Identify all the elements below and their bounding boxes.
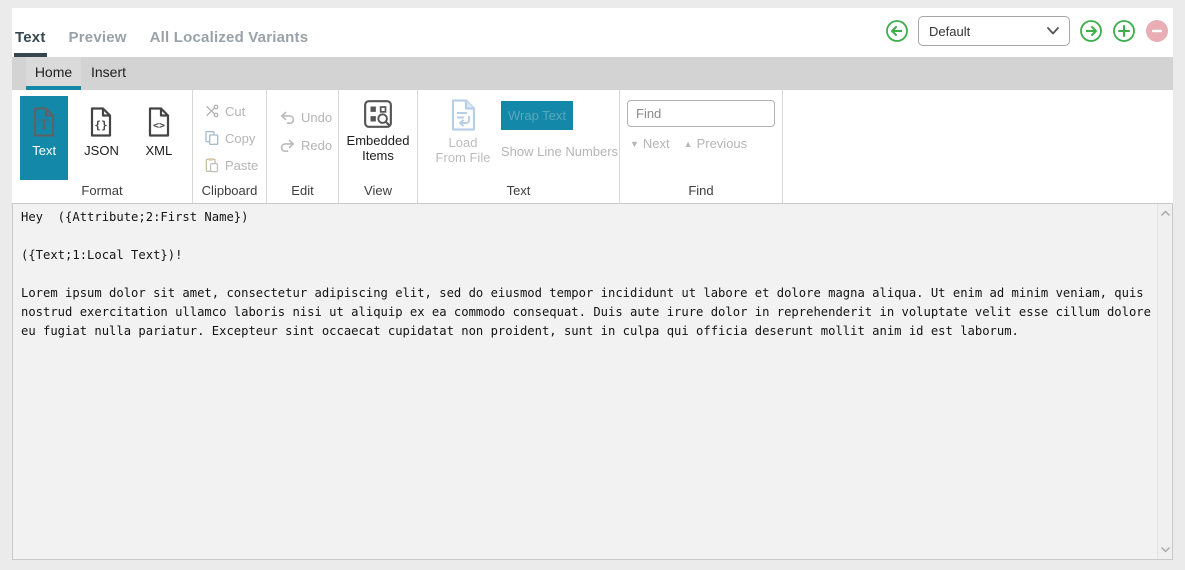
- paste-icon: [204, 157, 220, 173]
- embedded-items-icon: [363, 99, 393, 129]
- ribbon: T Text {} JSON <> XML Format: [12, 90, 1173, 203]
- editor-scrollbar[interactable]: [1157, 204, 1172, 559]
- scroll-up-icon[interactable]: [1158, 206, 1172, 220]
- scroll-down-icon[interactable]: [1158, 543, 1172, 557]
- content-card: Text Preview All Localized Variants Defa…: [12, 8, 1173, 560]
- edit-group-label: Edit: [267, 183, 338, 198]
- svg-text:<>: <>: [153, 121, 165, 132]
- undo-label: Undo: [301, 110, 332, 125]
- variant-controls: Default: [885, 16, 1169, 46]
- text-editor: Hey ({Attribute;2:First Name}) ({Text;1:…: [12, 203, 1173, 560]
- ribbon-group-format: T Text {} JSON <> XML Format: [12, 90, 193, 203]
- redo-icon: [279, 138, 296, 153]
- next-variant-button[interactable]: [1079, 19, 1103, 43]
- format-text-button[interactable]: T Text: [20, 96, 68, 180]
- find-previous-label: Previous: [697, 136, 748, 151]
- copy-button[interactable]: Copy: [204, 127, 266, 149]
- plus-circle-icon: [1112, 19, 1136, 43]
- text-group-label: Text: [418, 183, 619, 198]
- undo-icon: [279, 110, 296, 125]
- load-from-file-label: Load From File: [432, 135, 494, 165]
- svg-text:{}: {}: [95, 119, 108, 132]
- triangle-up-icon: ▲: [684, 139, 693, 149]
- previous-variant-button[interactable]: [885, 19, 909, 43]
- ribbon-group-view: Embedded Items View: [339, 90, 418, 203]
- find-previous-button[interactable]: ▲ Previous: [684, 136, 748, 151]
- scissors-icon: [204, 103, 220, 119]
- ribbon-group-clipboard: Cut Copy Paste Clipboard: [193, 90, 267, 203]
- ribbon-group-find: ▼ Next ▲ Previous Find: [620, 90, 783, 203]
- view-group-label: View: [339, 183, 417, 198]
- svg-text:T: T: [39, 118, 49, 133]
- format-json-label: JSON: [84, 143, 119, 158]
- arrow-left-circle-icon: [885, 19, 909, 43]
- find-nav: ▼ Next ▲ Previous: [627, 136, 782, 151]
- format-xml-button[interactable]: <> XML: [135, 96, 183, 180]
- json-file-icon: {}: [89, 107, 113, 137]
- paste-button[interactable]: Paste: [204, 154, 266, 176]
- minus-circle-icon: [1145, 19, 1169, 43]
- cut-label: Cut: [225, 104, 245, 119]
- tab-preview[interactable]: Preview: [68, 29, 128, 57]
- copy-label: Copy: [225, 131, 255, 146]
- format-text-label: Text: [32, 143, 56, 158]
- find-input[interactable]: [627, 100, 775, 127]
- ribbon-group-edit: Undo Redo Edit: [267, 90, 339, 203]
- find-group-label: Find: [620, 183, 782, 198]
- ribbon-spacer: [783, 90, 1173, 203]
- format-group-label: Format: [12, 183, 192, 198]
- ribbon-group-text: Load From File Wrap Text Show Line Numbe…: [418, 90, 620, 203]
- format-xml-label: XML: [145, 143, 172, 158]
- ribbon-tab-home[interactable]: Home: [26, 57, 81, 90]
- cut-button[interactable]: Cut: [204, 100, 266, 122]
- tab-text[interactable]: Text: [14, 29, 47, 57]
- header: Text Preview All Localized Variants Defa…: [12, 8, 1173, 57]
- redo-label: Redo: [301, 138, 332, 153]
- variant-dropdown[interactable]: Default: [918, 16, 1070, 46]
- clipboard-group-label: Clipboard: [193, 183, 266, 198]
- editor-content[interactable]: Hey ({Attribute;2:First Name}) ({Text;1:…: [13, 204, 1157, 559]
- find-next-label: Next: [643, 136, 670, 151]
- xml-file-icon: <>: [147, 107, 171, 137]
- show-line-numbers-button[interactable]: Show Line Numbers: [501, 144, 618, 159]
- ribbon-tab-insert[interactable]: Insert: [81, 57, 136, 90]
- remove-variant-button[interactable]: [1145, 19, 1169, 43]
- redo-button[interactable]: Redo: [279, 134, 338, 156]
- wrap-text-button[interactable]: Wrap Text: [501, 101, 573, 130]
- text-file-icon: T: [32, 107, 56, 137]
- tab-all-localized-variants[interactable]: All Localized Variants: [149, 29, 310, 57]
- undo-button[interactable]: Undo: [279, 106, 338, 128]
- load-from-file-icon: [450, 99, 477, 131]
- chevron-down-icon: [1047, 27, 1059, 35]
- paste-label: Paste: [225, 158, 258, 173]
- variant-dropdown-value: Default: [929, 24, 1047, 39]
- format-json-button[interactable]: {} JSON: [77, 96, 125, 180]
- copy-icon: [204, 130, 220, 146]
- find-next-button[interactable]: ▼ Next: [630, 136, 670, 151]
- triangle-down-icon: ▼: [630, 139, 639, 149]
- arrow-right-circle-icon: [1079, 19, 1103, 43]
- add-variant-button[interactable]: [1112, 19, 1136, 43]
- ribbon-tab-band: Home Insert: [12, 57, 1173, 90]
- embedded-items-button[interactable]: Embedded Items: [342, 99, 414, 163]
- embedded-items-label: Embedded Items: [342, 133, 414, 163]
